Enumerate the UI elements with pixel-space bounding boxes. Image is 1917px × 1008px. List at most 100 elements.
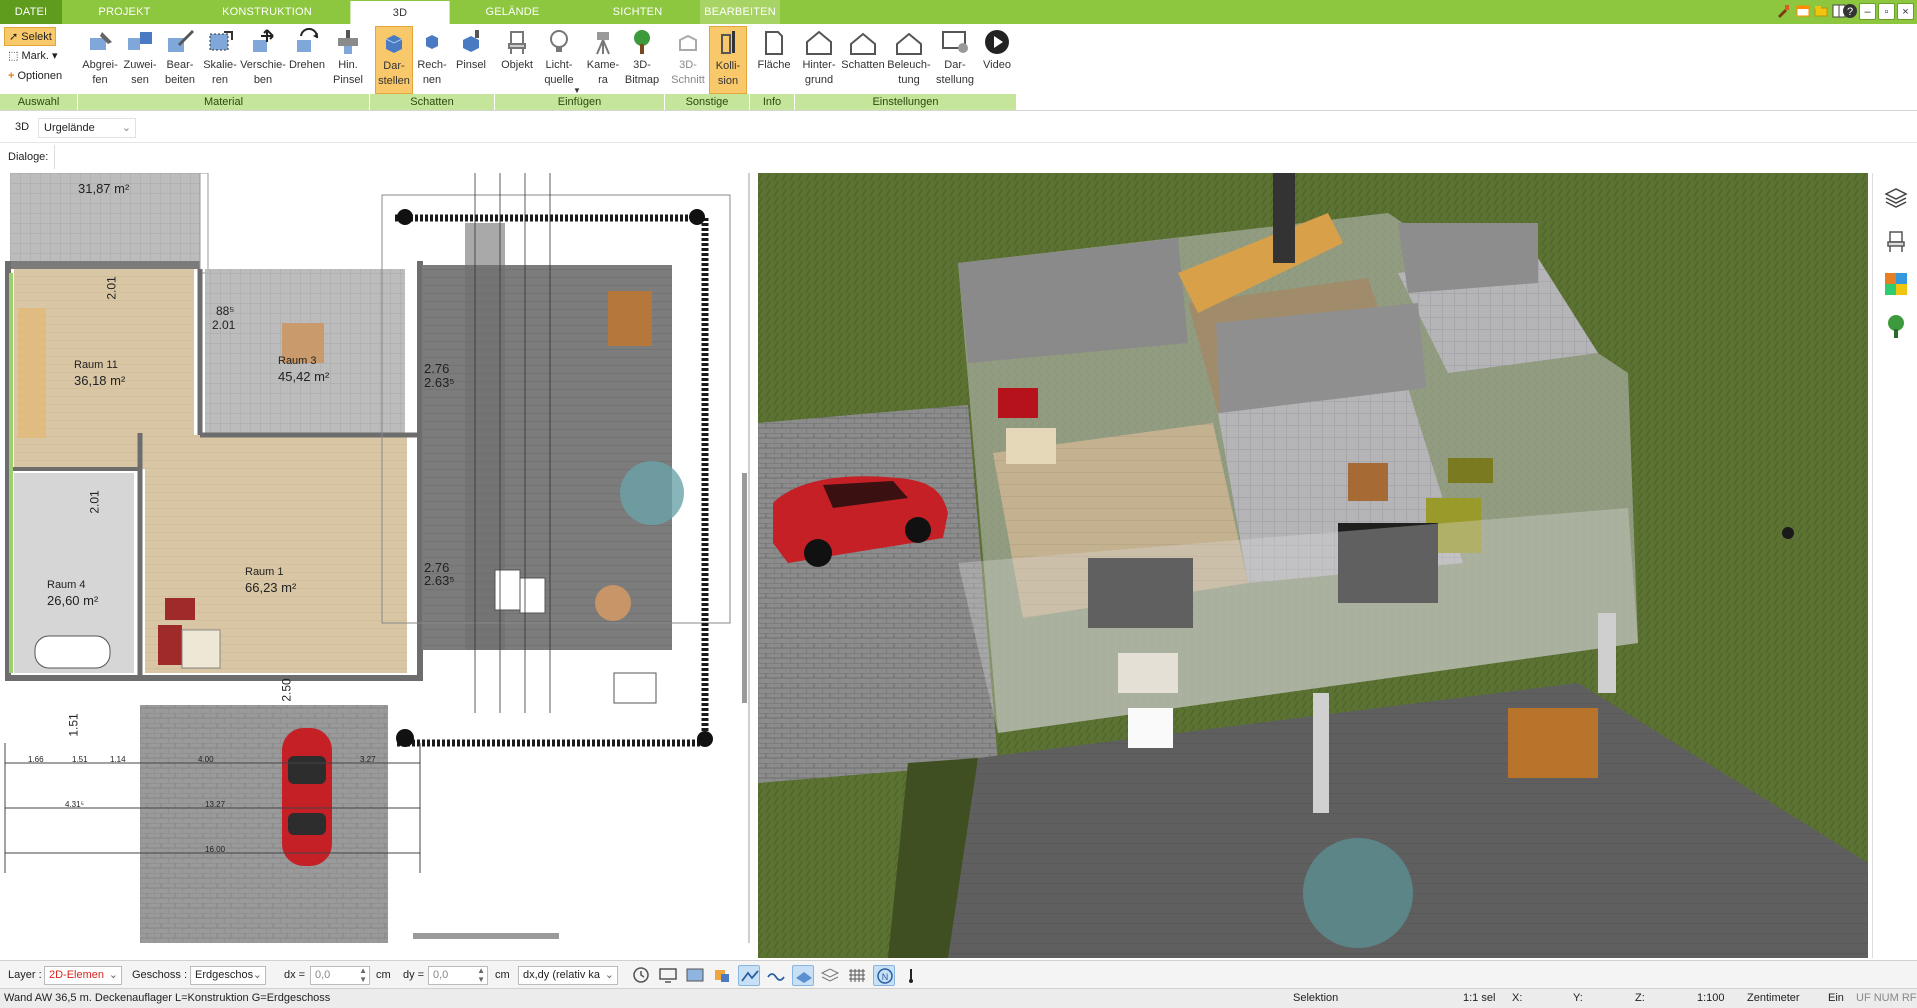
- folder-icon[interactable]: [1814, 4, 1828, 18]
- screen-split-icon[interactable]: [684, 965, 706, 986]
- collision-icon: [721, 31, 735, 54]
- stepper-icon[interactable]: ▲ ▼: [477, 966, 485, 984]
- paint-icon[interactable]: [1776, 4, 1790, 18]
- plane-icon[interactable]: [792, 965, 814, 986]
- skalieren-button[interactable]: Skalie- ren: [200, 26, 240, 94]
- layer-select[interactable]: 2D-Elemen ⌄: [44, 966, 122, 985]
- verschieben-button[interactable]: Verschie- ben: [240, 26, 286, 94]
- brush-icon: [338, 30, 358, 54]
- scale-icon: [209, 31, 233, 51]
- tab-bearbeiten[interactable]: BEARBEITEN: [700, 0, 780, 24]
- eyedropper-icon: [90, 32, 112, 50]
- objekt-button[interactable]: Objekt: [497, 26, 537, 94]
- divider: [54, 145, 55, 169]
- options-button[interactable]: + Optionen: [4, 67, 76, 86]
- window-icon[interactable]: [1796, 4, 1810, 18]
- maximize-button[interactable]: ▫: [1878, 3, 1895, 20]
- room-name: Raum 1: [245, 566, 284, 578]
- status-scale: 1:100: [1697, 992, 1725, 1004]
- plan-horizontal-scrollbar[interactable]: [413, 933, 559, 939]
- north-icon[interactable]: N: [873, 965, 895, 986]
- chair-icon[interactable]: [1883, 228, 1909, 254]
- 3d-canvas[interactable]: [758, 173, 1868, 958]
- chevron-down-icon: ⌄: [252, 969, 262, 981]
- beleuchtung-button[interactable]: Beleuch- tung: [886, 26, 932, 94]
- tab-konstruktion[interactable]: KONSTRUKTION: [182, 0, 352, 24]
- line-snap-icon[interactable]: [738, 965, 760, 986]
- abgreifen-button[interactable]: Abgrei- fen: [80, 26, 120, 94]
- chevron-down-icon: ⌄: [108, 969, 118, 981]
- select-button[interactable]: ➚ Selekt: [4, 27, 56, 46]
- lightbulb-icon: [550, 30, 568, 52]
- dialogs-label: Dialoge:: [8, 151, 49, 163]
- dimension-label: 4.31⁵: [65, 800, 84, 809]
- dimension-label: 1.66: [28, 755, 44, 764]
- dy-input[interactable]: 0,0 ▲ ▼: [428, 966, 488, 985]
- video-button[interactable]: Video: [978, 26, 1016, 94]
- bitmap-button[interactable]: 3D- Bitmap: [623, 26, 661, 94]
- snap-icon[interactable]: [711, 965, 733, 986]
- relative-mode-select[interactable]: dx,dy (relativ ka ⌄: [518, 966, 618, 985]
- schnitt-button[interactable]: 3D- Schnitt: [668, 26, 708, 94]
- tab-3d[interactable]: 3D: [350, 1, 450, 24]
- view-toolbar: 3D Urgelände ⌄: [0, 113, 1917, 143]
- 3d-view[interactable]: [758, 173, 1868, 958]
- marker-icon[interactable]: [900, 965, 922, 986]
- wave-icon[interactable]: [765, 965, 787, 986]
- drehen-button[interactable]: Drehen: [286, 26, 328, 94]
- dimension-label: 2.63⁵: [424, 375, 455, 390]
- dx-input[interactable]: 0,0 ▲ ▼: [310, 966, 370, 985]
- pinsel-button[interactable]: Pinsel: [451, 26, 491, 94]
- hinpinsel-button[interactable]: Hin. Pinsel: [328, 26, 368, 94]
- terrain-dropdown[interactable]: Urgelände ⌄: [38, 118, 136, 138]
- assign-icon: [128, 32, 152, 50]
- schatten-settings-button[interactable]: Schatten: [840, 26, 886, 94]
- svg-text:N: N: [882, 972, 889, 982]
- display-settings-icon: [942, 31, 968, 53]
- kamera-button[interactable]: Kame- ra: [583, 26, 623, 94]
- flaeche-button[interactable]: Fläche: [754, 26, 794, 94]
- minimize-button[interactable]: –: [1859, 3, 1876, 20]
- monitor-icon[interactable]: [657, 965, 679, 986]
- tab-gelaende[interactable]: GELÄNDE: [450, 0, 575, 24]
- materials-icon[interactable]: [1883, 271, 1909, 297]
- grid-icon[interactable]: [846, 965, 868, 986]
- tree-icon[interactable]: [1883, 313, 1909, 339]
- dialog-bar: Dialoge:: [0, 143, 1917, 173]
- camera-tripod-icon: [596, 32, 610, 55]
- section-cut-icon: [679, 34, 697, 51]
- dimension-label: 2.50: [279, 678, 294, 702]
- chevron-down-icon: ⌄: [121, 122, 131, 134]
- darstellung-button[interactable]: Dar- stellung: [933, 26, 977, 94]
- floor-select[interactable]: Erdgeschos ⌄: [190, 966, 266, 985]
- tab-projekt[interactable]: PROJEKT: [72, 0, 177, 24]
- layers-icon[interactable]: [1883, 185, 1909, 211]
- mark-button[interactable]: ⬚ Mark. ▾: [4, 47, 66, 66]
- kollision-button[interactable]: Kolli- sion: [709, 26, 747, 94]
- stepper-icon[interactable]: ▲ ▼: [359, 966, 367, 984]
- darstellen-button[interactable]: Dar- stellen: [375, 26, 413, 94]
- room-name: Raum 11: [74, 359, 118, 371]
- room-name: Raum 4: [47, 579, 86, 591]
- room-area: 26,60 m²: [47, 593, 99, 608]
- zuweisen-button[interactable]: Zuwei- sen: [120, 26, 160, 94]
- bottom-toolbar: Layer : 2D-Elemen ⌄ Geschoss : Erdgescho…: [0, 960, 1917, 988]
- plan-vertical-scrollbar[interactable]: [742, 473, 747, 703]
- tab-sichten[interactable]: SICHTEN: [575, 0, 700, 24]
- dimension-label: 2.01: [87, 490, 102, 514]
- rechnen-button[interactable]: Rech- nen: [413, 26, 451, 94]
- lichtquelle-button[interactable]: Licht- quelle ▼: [537, 26, 581, 95]
- background-house-icon: [806, 30, 832, 55]
- close-button[interactable]: ×: [1897, 3, 1914, 20]
- layers-stack-icon[interactable]: [819, 965, 841, 986]
- status-mode: Selektion: [1293, 992, 1339, 1004]
- bearbeiten-button[interactable]: Bear- beiten: [160, 26, 200, 94]
- hintergrund-button[interactable]: Hinter- grund: [799, 26, 839, 94]
- dimension-label: 2.63⁵: [424, 573, 455, 588]
- floor-plan-view[interactable]: 31,87 m² Raum 11 36,18 m² Raum 3 45,42 m…: [0, 173, 750, 943]
- room-area: 45,42 m²: [278, 369, 330, 384]
- clock-icon[interactable]: [630, 965, 652, 986]
- ribbon-tab-bar: DATEI PROJEKT KONSTRUKTION 3D GELÄNDE SI…: [0, 0, 1917, 24]
- help-icon[interactable]: ?: [1842, 3, 1858, 19]
- tab-datei[interactable]: DATEI: [0, 0, 62, 24]
